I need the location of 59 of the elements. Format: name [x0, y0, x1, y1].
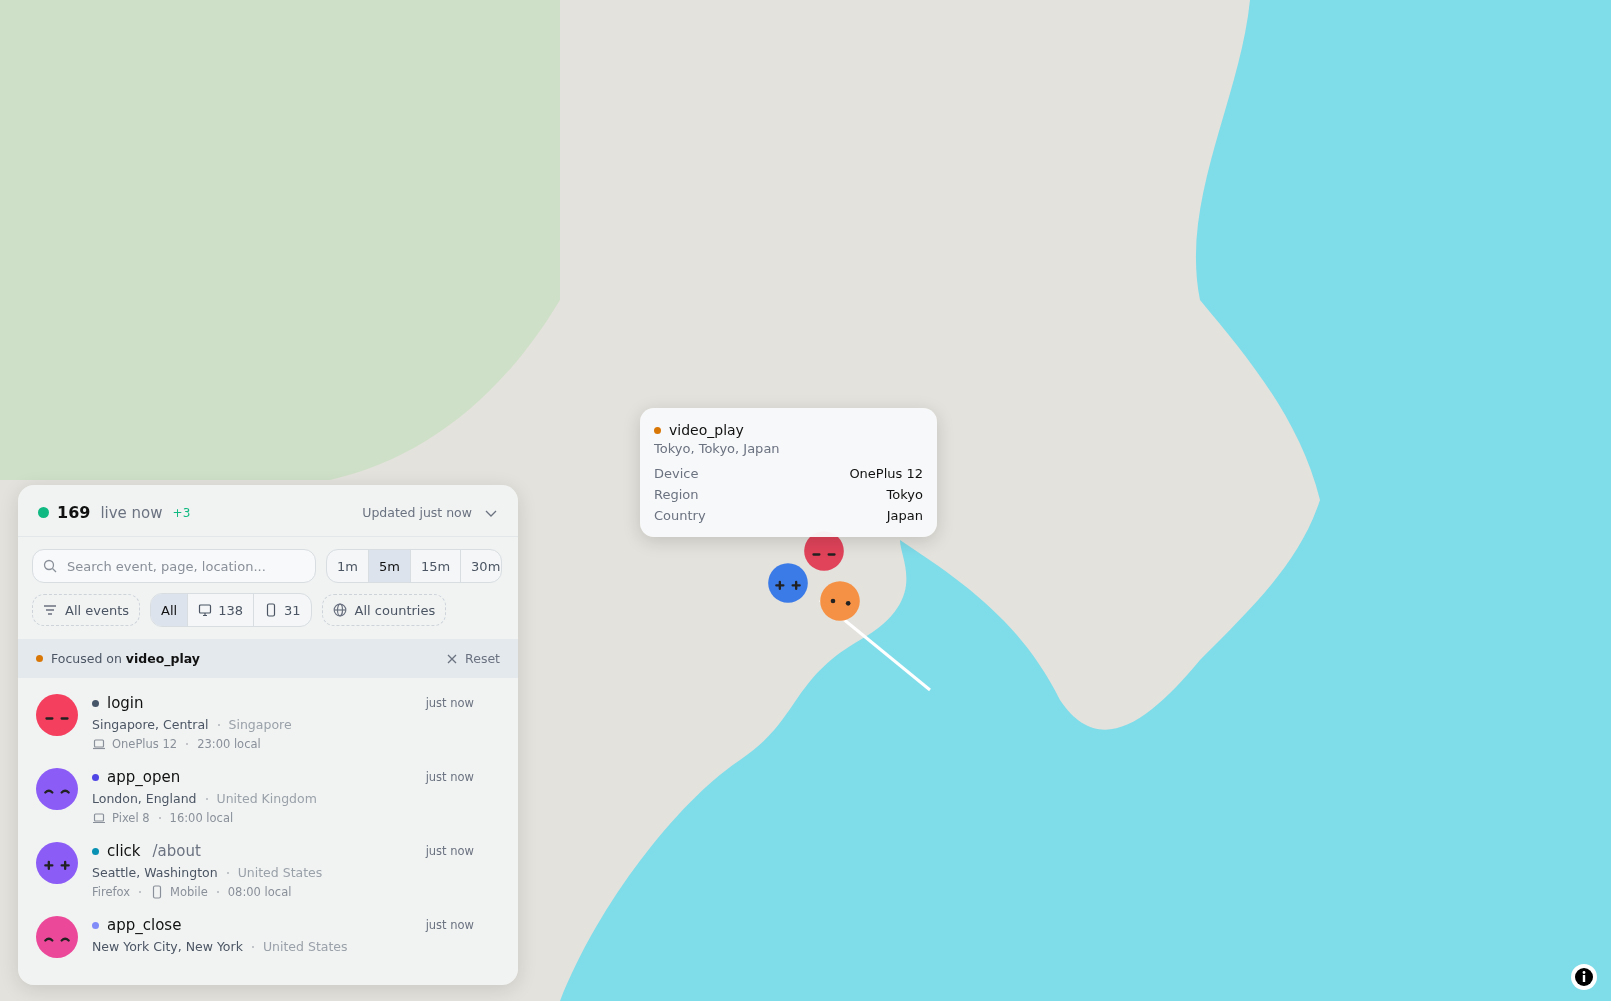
detail-label: Country [654, 508, 706, 523]
event-time: just now [425, 844, 474, 858]
event-location: Singapore, Central [92, 717, 209, 732]
live-count: 169 [57, 503, 91, 522]
event-name: login [107, 694, 144, 712]
device-filter-tab[interactable]: 138 [187, 594, 253, 626]
search-field[interactable]: Search event, page, location... [32, 549, 316, 583]
live-dot [38, 507, 49, 518]
meta-text: 23:00 local [197, 737, 261, 751]
time-range-tab[interactable]: 15m [409, 550, 461, 582]
event-name: app_open [107, 768, 181, 786]
laptop-icon [92, 811, 106, 825]
tooltip-location: Tokyo, Tokyo, Japan [654, 441, 781, 456]
reset-button[interactable]: Reset [445, 651, 500, 666]
event-country: United States [237, 865, 323, 880]
device-filter-tab[interactable]: All [151, 594, 188, 626]
globe-icon [332, 603, 347, 617]
time-range-tab[interactable]: 30m [460, 550, 501, 582]
time-range-tab[interactable]: 5m [367, 550, 410, 582]
tooltip-title: video_play [669, 422, 744, 438]
detail-value: Tokyo [886, 487, 923, 502]
event-time: just now [425, 696, 474, 710]
detail-label: Region [654, 487, 699, 502]
live-label: live now [100, 503, 163, 522]
map-marker-icon[interactable] [767, 562, 809, 604]
meta-text: Pixel 8 [112, 811, 150, 825]
time-range-tab[interactable]: 1m [327, 550, 368, 582]
country-filter-button[interactable]: All countries [321, 594, 447, 626]
info-button[interactable] [1570, 963, 1598, 991]
monitor-icon [198, 603, 213, 617]
event-time: just now [425, 770, 474, 784]
event-location: Seattle, Washington [92, 865, 218, 880]
event-country: Singapore [228, 717, 292, 732]
meta-text: 16:00 local [169, 811, 234, 825]
event-country: United Kingdom [216, 791, 317, 806]
event-time: just now [425, 918, 474, 932]
detail-label: Device [654, 466, 699, 481]
event-location: New York City, New York [92, 939, 243, 954]
device-filter-tab[interactable]: 31 [253, 594, 311, 626]
event-country: United States [262, 939, 348, 954]
meta-text: OnePlus 12 [112, 737, 178, 751]
filter-icon [43, 603, 57, 617]
phone-icon [264, 603, 278, 617]
detail-value: OnePlus 12 [849, 466, 923, 481]
search-icon [43, 559, 57, 573]
count-delta: +3 [172, 505, 191, 520]
event-name: app_close [107, 916, 182, 934]
laptop-icon [92, 737, 106, 751]
detail-value: Japan [886, 508, 923, 523]
event-location: London, England [92, 791, 197, 806]
event-filter-button[interactable]: All events [32, 594, 141, 626]
meta-text: Firefox [92, 885, 131, 899]
meta-text: 08:00 local [227, 885, 292, 899]
map-marker-icon[interactable] [819, 580, 861, 622]
event-name: click [107, 842, 141, 860]
focus-text: Focused on video_play [51, 651, 200, 666]
event-path: /about [152, 842, 201, 860]
meta-text: Mobile [170, 885, 208, 899]
updated-status: Updated just now [362, 505, 472, 520]
